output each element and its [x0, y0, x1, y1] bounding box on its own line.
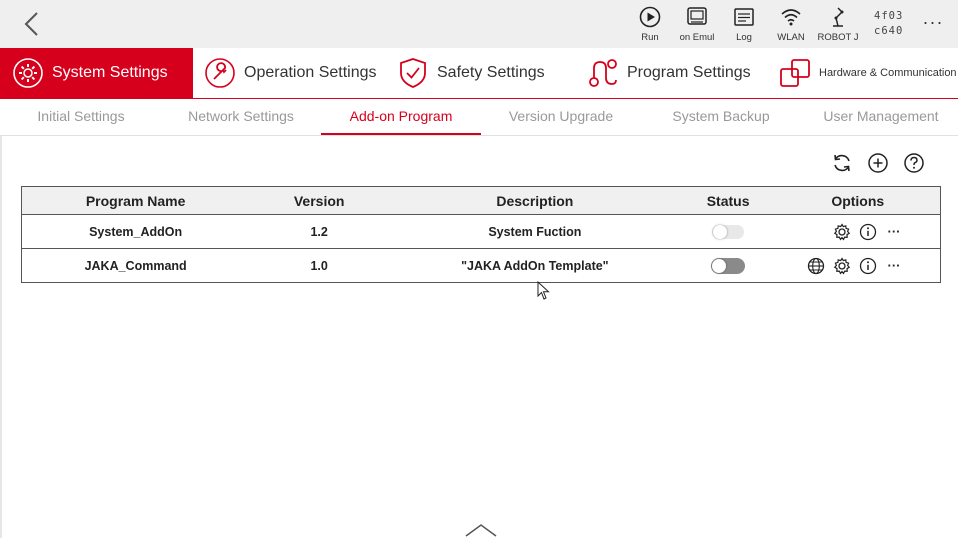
status-toggle[interactable] — [711, 257, 746, 274]
controller-id-line2: c640 — [874, 25, 904, 37]
subtab-network-settings[interactable]: Network Settings — [161, 99, 321, 135]
robot-label: ROBOT J — [817, 32, 859, 43]
tab-system-settings[interactable]: System Settings — [0, 48, 193, 98]
program-icon — [585, 55, 621, 91]
tab-program-settings[interactable]: Program Settings — [585, 48, 751, 98]
help-icon — [904, 153, 924, 173]
back-button[interactable] — [20, 10, 44, 38]
tab-label: Hardware & Communication — [819, 67, 957, 79]
chevron-up-icon — [465, 524, 497, 537]
options-cell: ··· — [775, 214, 941, 249]
emulation-button[interactable]: on Emul — [673, 4, 721, 46]
subtab-system-backup[interactable]: System Backup — [641, 99, 801, 135]
more-options-button[interactable]: ··· — [884, 222, 904, 242]
hardware-icon — [777, 55, 813, 91]
main-tab-bar: System Settings Operation Settings Safet… — [0, 48, 958, 99]
mouse-pointer-icon — [537, 280, 551, 306]
wlan-label: WLAN — [777, 32, 805, 43]
subtab-add-on-program[interactable]: Add-on Program — [321, 99, 481, 135]
addon-program-table: Program Name Version Description Status … — [21, 186, 941, 283]
column-header-version: Version — [249, 186, 390, 215]
info-icon — [859, 257, 877, 274]
gear-icon — [833, 222, 851, 240]
wlan-button[interactable]: WLAN — [767, 4, 815, 46]
globe-icon — [807, 257, 825, 274]
robot-button[interactable]: ROBOT J — [814, 4, 862, 46]
status-cell — [680, 214, 776, 249]
controller-id: 4f03 c640 — [874, 9, 903, 39]
emulation-icon — [687, 7, 707, 25]
settings-button[interactable] — [832, 222, 852, 242]
info-icon — [859, 223, 877, 240]
robot-arm-icon — [833, 7, 844, 27]
tab-label: Program Settings — [627, 64, 751, 81]
column-header-description: Description — [389, 186, 681, 215]
refresh-icon — [834, 154, 850, 172]
sub-tab-bar: Initial Settings Network Settings Add-on… — [0, 99, 958, 136]
options-cell: ··· — [775, 248, 941, 283]
plus-circle-icon — [868, 153, 888, 173]
tab-operation-settings[interactable]: Operation Settings — [202, 48, 377, 98]
shield-icon — [395, 55, 431, 91]
subtab-version-upgrade[interactable]: Version Upgrade — [481, 99, 641, 135]
subtab-user-management[interactable]: User Management — [801, 99, 958, 135]
program-name-cell: System_AddOn — [21, 214, 250, 249]
more-options-button[interactable]: ··· — [884, 256, 904, 276]
info-button[interactable] — [858, 222, 878, 242]
refresh-button[interactable] — [831, 152, 853, 174]
add-button[interactable] — [867, 152, 889, 174]
toggle-knob — [713, 224, 728, 239]
log-icon — [734, 8, 754, 26]
tab-label: Operation Settings — [244, 64, 377, 81]
program-name-cell: JAKA_Command — [21, 248, 250, 283]
status-cell — [680, 248, 776, 283]
tab-label: System Settings — [52, 64, 168, 81]
log-button[interactable]: Log — [720, 4, 768, 46]
tab-safety-settings[interactable]: Safety Settings — [395, 48, 545, 98]
play-icon — [639, 6, 661, 28]
log-label: Log — [736, 32, 752, 43]
info-button[interactable] — [858, 256, 878, 276]
table-header-row: Program Name Version Description Status … — [21, 186, 941, 215]
subtab-initial-settings[interactable]: Initial Settings — [1, 99, 161, 135]
status-toggle[interactable] — [712, 224, 745, 239]
expand-panel-button[interactable] — [464, 522, 498, 543]
table-row: JAKA_Command 1.0 "JAKA AddOn Template" ·… — [21, 248, 941, 283]
wifi-icon — [781, 9, 801, 26]
gear-icon — [10, 55, 46, 91]
help-button[interactable] — [903, 152, 925, 174]
version-cell: 1.0 — [249, 248, 390, 283]
more-menu-button[interactable]: ··· — [918, 12, 948, 32]
tab-hardware-communication[interactable]: Hardware & Communication — [777, 48, 957, 98]
controller-id-line1: 4f03 — [874, 10, 904, 22]
settings-button[interactable] — [832, 256, 852, 276]
table-row: System_AddOn 1.2 System Fuction ··· — [21, 214, 941, 249]
run-label: Run — [641, 32, 659, 43]
column-header-status: Status — [680, 186, 776, 215]
column-header-options: Options — [775, 186, 941, 215]
version-cell: 1.2 — [249, 214, 390, 249]
column-header-program-name: Program Name — [21, 186, 250, 215]
chevron-left-icon — [24, 12, 38, 36]
gear-icon — [833, 256, 851, 274]
top-toolbar: Run on Emul Log WLAN ROBOT J 4f03 c640 ·… — [0, 0, 958, 48]
run-button[interactable]: Run — [626, 4, 674, 46]
left-divider — [0, 136, 2, 538]
wrench-icon — [202, 55, 238, 91]
description-cell: "JAKA AddOn Template" — [389, 248, 681, 283]
description-cell: System Fuction — [389, 214, 681, 249]
emulation-label: on Emul — [679, 32, 715, 43]
toggle-knob — [712, 258, 727, 273]
web-button[interactable] — [806, 256, 826, 276]
tab-label: Safety Settings — [437, 64, 545, 81]
